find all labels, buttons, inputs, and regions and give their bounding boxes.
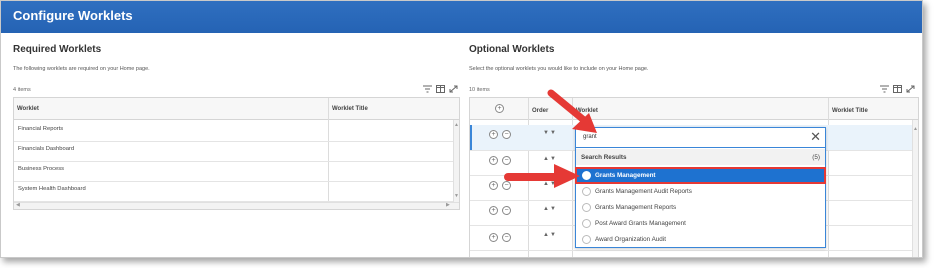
radio-icon[interactable]: [582, 187, 591, 196]
required-worklets-description: The following worklets are required on y…: [13, 66, 150, 72]
optional-worklets-title: Optional Worklets: [469, 44, 555, 55]
option-grants-management-audit-reports[interactable]: Grants Management Audit Reports: [576, 184, 825, 199]
vertical-scrollbar[interactable]: [453, 120, 459, 202]
expand-icon[interactable]: [449, 85, 458, 95]
columns-icon[interactable]: [893, 85, 902, 95]
scroll-right-icon[interactable]: ▶: [446, 202, 450, 208]
configure-worklets-window: Configure Worklets Required Worklets The…: [0, 0, 923, 258]
option-label: Award Organization Audit: [595, 236, 666, 243]
page-title: Configure Worklets: [13, 8, 133, 23]
option-grants-management[interactable]: Grants Management: [575, 167, 826, 184]
search-results-label: Search Results: [581, 154, 627, 161]
remove-circle-icon[interactable]: −: [502, 206, 511, 215]
required-worklets-table: Worklet Worklet Title Financial Reports …: [13, 97, 460, 210]
table-row: Financials Dashboard: [18, 146, 75, 152]
add-circle-icon[interactable]: +: [489, 233, 498, 242]
add-row-icon[interactable]: +: [495, 104, 504, 113]
add-circle-icon[interactable]: +: [489, 181, 498, 190]
scroll-up-icon[interactable]: ▲: [454, 122, 459, 128]
filter-icon[interactable]: [423, 85, 432, 95]
table-row: System Health Dashboard: [18, 186, 86, 192]
add-circle-icon[interactable]: +: [489, 130, 498, 139]
radio-icon[interactable]: [582, 219, 591, 228]
option-label: Post Award Grants Management: [595, 220, 686, 227]
close-icon[interactable]: ✕: [810, 130, 821, 144]
add-circle-icon[interactable]: +: [489, 206, 498, 215]
worklet-search-input[interactable]: grant ✕: [576, 128, 825, 148]
annotation-arrow-icon: [504, 164, 580, 188]
table-row: Financial Reports: [18, 126, 64, 132]
table-row: Business Process: [18, 166, 65, 172]
scroll-up-icon[interactable]: ▲: [913, 126, 918, 132]
option-post-award-grants-management[interactable]: Post Award Grants Management: [576, 216, 825, 231]
search-results-count: (5): [812, 154, 820, 161]
filter-icon[interactable]: [880, 85, 889, 95]
worklet-search-dropdown: grant ✕ Search Results (5) Grants Manage…: [575, 127, 826, 248]
column-header-worklet[interactable]: Worklet: [17, 106, 39, 112]
add-circle-icon[interactable]: +: [489, 156, 498, 165]
scroll-left-icon[interactable]: ◀: [16, 202, 20, 208]
option-grants-management-reports[interactable]: Grants Management Reports: [576, 200, 825, 215]
move-up-down-icon[interactable]: ▲▼: [543, 232, 557, 238]
column-header-order[interactable]: Order: [532, 108, 548, 114]
option-label: Grants Management Audit Reports: [595, 188, 692, 195]
radio-icon[interactable]: [582, 235, 591, 244]
columns-icon[interactable]: [436, 85, 445, 95]
scroll-down-icon[interactable]: ▼: [454, 193, 459, 199]
option-award-organization-audit[interactable]: Award Organization Audit: [576, 232, 825, 247]
horizontal-scrollbar[interactable]: [14, 202, 459, 209]
radio-icon[interactable]: [582, 203, 591, 212]
vertical-scrollbar[interactable]: [912, 120, 918, 257]
required-table-header: [14, 98, 459, 120]
option-label: Grants Management: [595, 172, 656, 179]
required-items-count: 4 items: [13, 87, 31, 93]
required-worklets-title: Required Worklets: [13, 44, 102, 55]
optional-items-count: 10 items: [469, 87, 490, 93]
option-label: Grants Management Reports: [595, 204, 677, 211]
search-results-header: Search Results (5): [576, 149, 825, 165]
column-header-worklet-title[interactable]: Worklet Title: [332, 106, 368, 112]
annotation-arrow-icon: [547, 89, 597, 133]
optional-worklets-description: Select the optional worklets you would l…: [469, 66, 649, 72]
remove-circle-icon[interactable]: −: [502, 233, 511, 242]
radio-icon[interactable]: [582, 171, 591, 180]
move-up-down-icon[interactable]: ▲▼: [543, 206, 557, 212]
remove-circle-icon[interactable]: −: [502, 130, 511, 139]
page-header: Configure Worklets: [1, 1, 922, 33]
expand-icon[interactable]: [906, 85, 915, 95]
column-header-worklet-title[interactable]: Worklet Title: [832, 108, 868, 114]
